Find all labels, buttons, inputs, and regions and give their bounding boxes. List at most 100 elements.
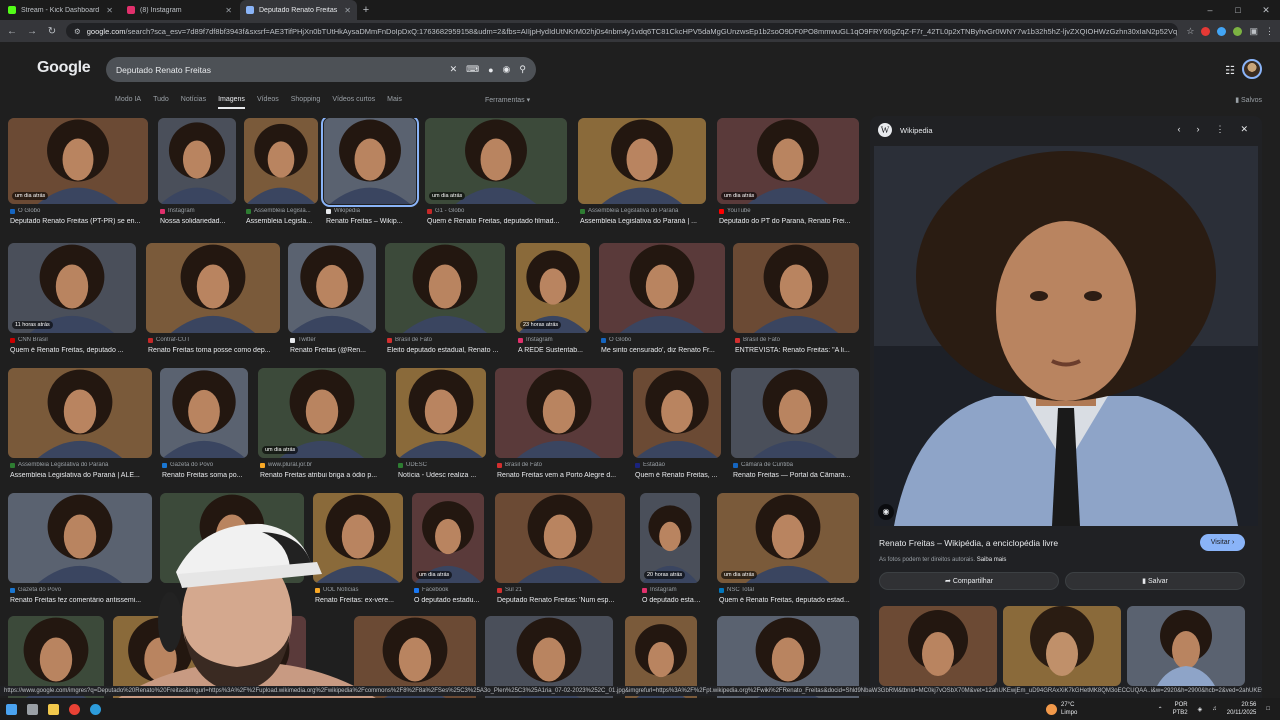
- result-source[interactable]: Brasil de Fato: [497, 462, 625, 468]
- result-caption[interactable]: Assembleia Legislativa do Paraná | ...: [580, 218, 708, 225]
- result-caption[interactable]: O deputado estadu...: [414, 597, 486, 604]
- result-caption[interactable]: Renato Freitas soma po...: [162, 472, 250, 479]
- thumbnail[interactable]: [731, 368, 859, 458]
- result-source[interactable]: Assembleia Legislativa do Paraná: [10, 462, 154, 468]
- thumbnail[interactable]: [158, 118, 236, 204]
- browser-tab[interactable]: Stream - Kick Dashboard ✕: [2, 0, 119, 20]
- image-result[interactable]: Wikipedia Renato Freitas – Wikip...: [321, 118, 419, 234]
- thumbnail[interactable]: 20 horas atrás: [640, 493, 700, 583]
- image-result[interactable]: um dia atrás G1 - Globo Quem é Renato Frei…: [425, 118, 567, 234]
- visit-button[interactable]: Visitar ›: [1200, 534, 1245, 551]
- result-caption[interactable]: O deputado estadu...: [642, 597, 702, 604]
- tools-menu[interactable]: Ferramentas ▾: [485, 96, 530, 104]
- thumbnail[interactable]: 11 horas atrás: [8, 243, 136, 333]
- image-result[interactable]: Brasil de Fato Renato Freitas vem a Porto…: [495, 368, 623, 488]
- tab-v-deos[interactable]: Vídeos: [257, 96, 279, 109]
- bookmark-star-icon[interactable]: ☆: [1186, 26, 1194, 37]
- address-bar[interactable]: ⚙ google.com/search?sca_esv=7d89f7df8bf3…: [66, 23, 1179, 39]
- image-result[interactable]: UDESC Notícia - Udesc realiza ...: [396, 368, 486, 488]
- keyboard-icon[interactable]: ⌨: [466, 64, 479, 75]
- image-result[interactable]: um dia atrás Facebook O deputado estadu...: [412, 493, 484, 613]
- close-tab-icon[interactable]: ✕: [344, 6, 351, 15]
- result-caption[interactable]: Me sinto censurado', diz Renato Fr...: [601, 347, 727, 354]
- image-result[interactable]: Estadão Quem é Renato Freitas, ...: [633, 368, 721, 488]
- result-source[interactable]: Wikipedia: [326, 208, 418, 214]
- result-caption[interactable]: Deputado do PT do Paraná, Renato Frei...: [719, 218, 861, 225]
- thumbnail[interactable]: [495, 493, 625, 583]
- mic-icon[interactable]: ●: [488, 65, 493, 75]
- result-source[interactable]: UDESC: [398, 462, 488, 468]
- tray-chevron-icon[interactable]: ⌃: [1158, 706, 1163, 713]
- close-window-icon[interactable]: ✕: [1252, 0, 1280, 20]
- result-source[interactable]: Estadão: [635, 462, 723, 468]
- result-source[interactable]: Gazeta do Povo: [162, 462, 250, 468]
- image-result[interactable]: Brasil de Fato Eleito deputado estadual, …: [385, 243, 505, 363]
- thumbnail[interactable]: [146, 243, 280, 333]
- result-caption[interactable]: Renato Freitas – Wikip...: [326, 218, 418, 225]
- result-source[interactable]: Assembleia Legisla...: [246, 208, 320, 214]
- weather-widget[interactable]: 27°C Limpo: [1046, 698, 1077, 720]
- browser-tab[interactable]: Deputado Renato Freitas - Pesq ✕: [240, 0, 357, 20]
- thumbnail[interactable]: [396, 368, 486, 458]
- image-result[interactable]: 20 horas atrás Instagram O deputado estadu…: [640, 493, 702, 613]
- result-source[interactable]: CNN Brasil: [10, 337, 138, 343]
- result-source[interactable]: Instagram: [642, 587, 702, 593]
- image-result[interactable]: Sul 21 Deputado Renato Freitas: 'Num esp.…: [495, 493, 625, 613]
- image-result[interactable]: um dia atrás YouTube Deputado do PT do Par…: [717, 118, 859, 234]
- image-result[interactable]: Câmara de Curitiba Renato Freitas — Porta…: [731, 368, 859, 488]
- reload-icon[interactable]: ↻: [46, 26, 58, 37]
- search-input[interactable]: Deputado Renato Freitas: [116, 65, 441, 75]
- chrome-icon[interactable]: [69, 703, 80, 715]
- tab-imagens[interactable]: Imagens: [218, 96, 245, 109]
- image-result[interactable]: Twitter Renato Freitas (@Ren...: [288, 243, 376, 363]
- result-caption[interactable]: Quem é Renato Freitas, deputado filmad..…: [427, 218, 569, 225]
- thumbnail[interactable]: [385, 243, 505, 333]
- result-source[interactable]: www.plural.jor.br: [260, 462, 388, 468]
- avatar[interactable]: [1242, 59, 1262, 79]
- save-button[interactable]: ▮ Salvar: [1065, 572, 1245, 590]
- image-result[interactable]: Brasil de Fato ENTREVISTA: Renato Freitas…: [733, 243, 859, 363]
- tab-modo-ia[interactable]: Modo IA: [115, 96, 141, 109]
- file-explorer-icon[interactable]: [48, 703, 59, 715]
- result-caption[interactable]: Renato Freitas — Portal da Câmara...: [733, 472, 861, 479]
- result-source[interactable]: Contraf-CUT: [148, 337, 282, 343]
- result-source[interactable]: O Globo: [10, 208, 150, 214]
- result-caption[interactable]: Eleito deputado estadual, Renato ...: [387, 347, 507, 354]
- lens-icon[interactable]: ◉: [503, 64, 511, 75]
- image-result[interactable]: Assembleia Legislativa do Paraná Assemble…: [8, 368, 152, 488]
- image-result[interactable]: um dia atrás www.plural.jor.br Renato Frei…: [258, 368, 386, 488]
- clear-icon[interactable]: ✕: [450, 64, 458, 75]
- result-caption[interactable]: Renato Freitas vem a Porto Alegre d...: [497, 472, 625, 479]
- close-tab-icon[interactable]: ✕: [225, 6, 232, 15]
- result-caption[interactable]: A REDE Sustentab...: [518, 347, 592, 354]
- result-source[interactable]: YouTube: [719, 208, 861, 214]
- preview-source[interactable]: W Wikipedia: [878, 122, 933, 138]
- menu-dots-icon[interactable]: ⋮: [1265, 26, 1274, 37]
- extension-blue-icon[interactable]: [1217, 26, 1227, 36]
- more-options-icon[interactable]: ⋮: [1215, 124, 1224, 135]
- share-button[interactable]: ➦ Compartilhar: [879, 572, 1059, 590]
- image-result[interactable]: um dia atrás NSC Total Quem é Renato Freit…: [717, 493, 859, 613]
- related-image[interactable]: [1003, 606, 1121, 686]
- thumbnail[interactable]: [578, 118, 706, 204]
- result-source[interactable]: Instagram: [518, 337, 592, 343]
- preview-image[interactable]: [874, 146, 1258, 526]
- result-source[interactable]: Assembleia Legislativa do Paraná: [580, 208, 708, 214]
- apps-grid-icon[interactable]: ☷: [1225, 64, 1235, 77]
- result-caption[interactable]: Deputado Renato Freitas: 'Num esp...: [497, 597, 627, 604]
- search-taskbar-icon[interactable]: [27, 703, 38, 715]
- result-source[interactable]: Câmara de Curitiba: [733, 462, 861, 468]
- site-info-icon[interactable]: ⚙: [74, 27, 81, 36]
- image-result[interactable]: O Globo Me sinto censurado', diz Renato F…: [599, 243, 725, 363]
- image-result[interactable]: Assembleia Legislativa do Paraná Assemble…: [578, 118, 706, 234]
- thumbnail[interactable]: [244, 118, 318, 204]
- google-logo[interactable]: Google: [37, 59, 91, 77]
- result-caption[interactable]: Assembleia Legisla...: [246, 218, 320, 225]
- clock[interactable]: 20:56 20/11/2025: [1227, 701, 1257, 717]
- edge-icon[interactable]: [90, 703, 101, 715]
- result-source[interactable]: Facebook: [414, 587, 486, 593]
- extension-green-icon[interactable]: [1233, 26, 1243, 36]
- result-source[interactable]: Instagram: [160, 208, 238, 214]
- tab-not-cias[interactable]: Notícias: [181, 96, 206, 109]
- result-source[interactable]: O Globo: [601, 337, 727, 343]
